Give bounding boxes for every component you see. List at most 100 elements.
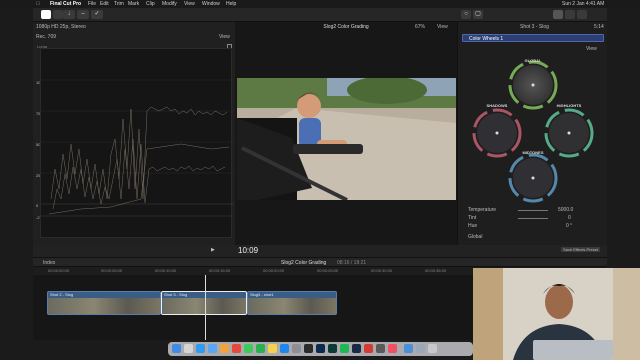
tint-slider[interactable]: [518, 218, 548, 219]
viewer-view-button[interactable]: View: [437, 24, 448, 30]
highlights-label: HIGHLIGHTS: [556, 103, 582, 108]
playhead[interactable]: [205, 275, 206, 340]
screenshot-icon[interactable]: [416, 344, 425, 353]
menu-bar:  Final Cut Pro File Edit Trim Mark Clip…: [0, 0, 640, 8]
inspector-pane: Shot 3 - Slog 5:14 Color Wheels 1 View G…: [457, 22, 607, 245]
clip-label: Slog3 - shot1: [250, 292, 274, 297]
clip-thumbnails: [248, 298, 336, 314]
menu-app[interactable]: Final Cut Pro: [50, 0, 81, 8]
music-icon[interactable]: [388, 344, 397, 353]
global-label: GLOBAL: [524, 58, 542, 63]
library-button[interactable]: [41, 10, 51, 19]
finder-icon[interactable]: [172, 344, 181, 353]
menu-view[interactable]: View: [184, 0, 195, 8]
app-store-icon[interactable]: [280, 344, 289, 353]
timeline-tracks: Shot 2 - Slog Shot 3 - Slog Slog3 - shot…: [33, 275, 473, 340]
scope-name[interactable]: Rec. 709: [36, 34, 56, 40]
clip-shot3[interactable]: Shot 3 - Slog: [161, 291, 247, 315]
menubar-clock: Sun 2 Jan 4:41 AM: [562, 1, 605, 7]
ruler-tick: 00:00:15:00: [209, 268, 231, 273]
share-icon[interactable]: ▢: [473, 10, 483, 19]
photos-icon[interactable]: [220, 344, 229, 353]
clip-shot2[interactable]: Shot 2 - Slog: [47, 291, 161, 315]
shadows-label: SHADOWS: [486, 103, 508, 108]
clip-label: Shot 3 - Slog: [164, 292, 188, 297]
menu-file[interactable]: File: [88, 0, 96, 8]
menu-mark[interactable]: Mark: [128, 0, 139, 8]
dock: [168, 342, 473, 356]
menu-trim[interactable]: Trim: [114, 0, 124, 8]
project-name[interactable]: Slog2 Color Grading: [281, 260, 326, 266]
temperature-value[interactable]: 5000.0: [558, 207, 573, 213]
check-icon[interactable]: ✓: [91, 10, 103, 19]
global-section[interactable]: Global: [468, 234, 482, 240]
messages-icon[interactable]: [244, 344, 253, 353]
menu-window[interactable]: Window: [202, 0, 220, 8]
reeder-icon[interactable]: [364, 344, 373, 353]
background-tasks-icon[interactable]: ○: [461, 10, 471, 19]
save-preset-button[interactable]: Save Effects Preset: [561, 247, 601, 252]
tint-value[interactable]: 0: [568, 215, 571, 221]
ruler-tick: 00:00:30:00: [371, 268, 393, 273]
ruler-tick: 00:00:35:00: [425, 268, 447, 273]
format-label: 1080p HD 25p, Stereo: [36, 24, 86, 30]
apple-icon[interactable]: : [36, 0, 40, 8]
timeline-header: Index Slog2 Color Grading 08:16 / 18:21: [33, 257, 607, 267]
mail-icon[interactable]: [208, 344, 217, 353]
ruler-tick: 00:00:10:00: [155, 268, 177, 273]
compressor-icon[interactable]: [376, 344, 385, 353]
notes-icon[interactable]: [268, 344, 277, 353]
viewer-timecode: 10:09: [238, 246, 259, 255]
spotify-icon[interactable]: [340, 344, 349, 353]
import-icon[interactable]: ↓: [63, 10, 75, 19]
menu-clip[interactable]: Clip: [146, 0, 155, 8]
play-icon[interactable]: ▶: [211, 247, 215, 253]
transport-bar: ▶ 10:09 Save Effects Preset: [33, 245, 607, 257]
webcam-overlay: [473, 268, 640, 360]
downloads-folder-icon[interactable]: [404, 344, 413, 353]
menu-help[interactable]: Help: [226, 0, 236, 8]
scope-view-button[interactable]: View: [219, 34, 230, 40]
viewer-zoom[interactable]: 67%: [415, 24, 425, 30]
lightroom-icon[interactable]: [352, 344, 361, 353]
effect-name: Color Wheels 1: [469, 36, 504, 42]
settings-icon[interactable]: [292, 344, 301, 353]
midtones-wheel[interactable]: [507, 152, 559, 204]
whatsapp-icon[interactable]: [256, 344, 265, 353]
final-cut-icon[interactable]: [304, 344, 313, 353]
webcam-image: [473, 268, 640, 360]
menu-edit[interactable]: Edit: [100, 0, 109, 8]
clip-slog3[interactable]: Slog3 - shot1: [247, 291, 337, 315]
ruler-tick: 00:00:05:00: [101, 268, 123, 273]
inspector-clip-name: Shot 3 - Slog: [520, 24, 549, 30]
toolbar: ↓ – ✓ ○ ▢: [33, 8, 607, 22]
temperature-slider[interactable]: [518, 210, 548, 211]
audition-icon[interactable]: [328, 344, 337, 353]
video-image: [237, 78, 456, 200]
temperature-label: Temperature: [468, 207, 497, 213]
inspector-toggle[interactable]: [553, 10, 563, 19]
midtones-label: MIDTONES: [522, 150, 544, 155]
tint-label: Tint: [468, 215, 477, 221]
menu-modify[interactable]: Modify: [162, 0, 177, 8]
inspector-view-button[interactable]: View: [586, 46, 597, 52]
chrome-icon[interactable]: [232, 344, 241, 353]
timeline-toggle[interactable]: [565, 10, 575, 19]
effect-selector[interactable]: Color Wheels 1: [462, 34, 604, 42]
panel-toggle[interactable]: [577, 10, 587, 19]
launchpad-icon[interactable]: [184, 344, 193, 353]
project-duration: 08:16 / 18:21: [337, 260, 367, 266]
keywords-icon[interactable]: –: [77, 10, 89, 19]
clip-thumbnails: [48, 298, 160, 314]
safari-icon[interactable]: [196, 344, 205, 353]
browser-button[interactable]: [53, 10, 63, 19]
index-button[interactable]: Index: [43, 260, 55, 266]
photoshop-icon[interactable]: [316, 344, 325, 353]
ruler-tick: 00:00:25:00: [317, 268, 339, 273]
trash-icon[interactable]: [428, 344, 437, 353]
tick-0: 0: [36, 203, 39, 208]
waveform-graph: [41, 79, 233, 217]
waveform-scope: [40, 48, 233, 238]
hue-value[interactable]: 0 °: [566, 223, 572, 229]
inspector-duration: 5:14: [594, 24, 604, 30]
